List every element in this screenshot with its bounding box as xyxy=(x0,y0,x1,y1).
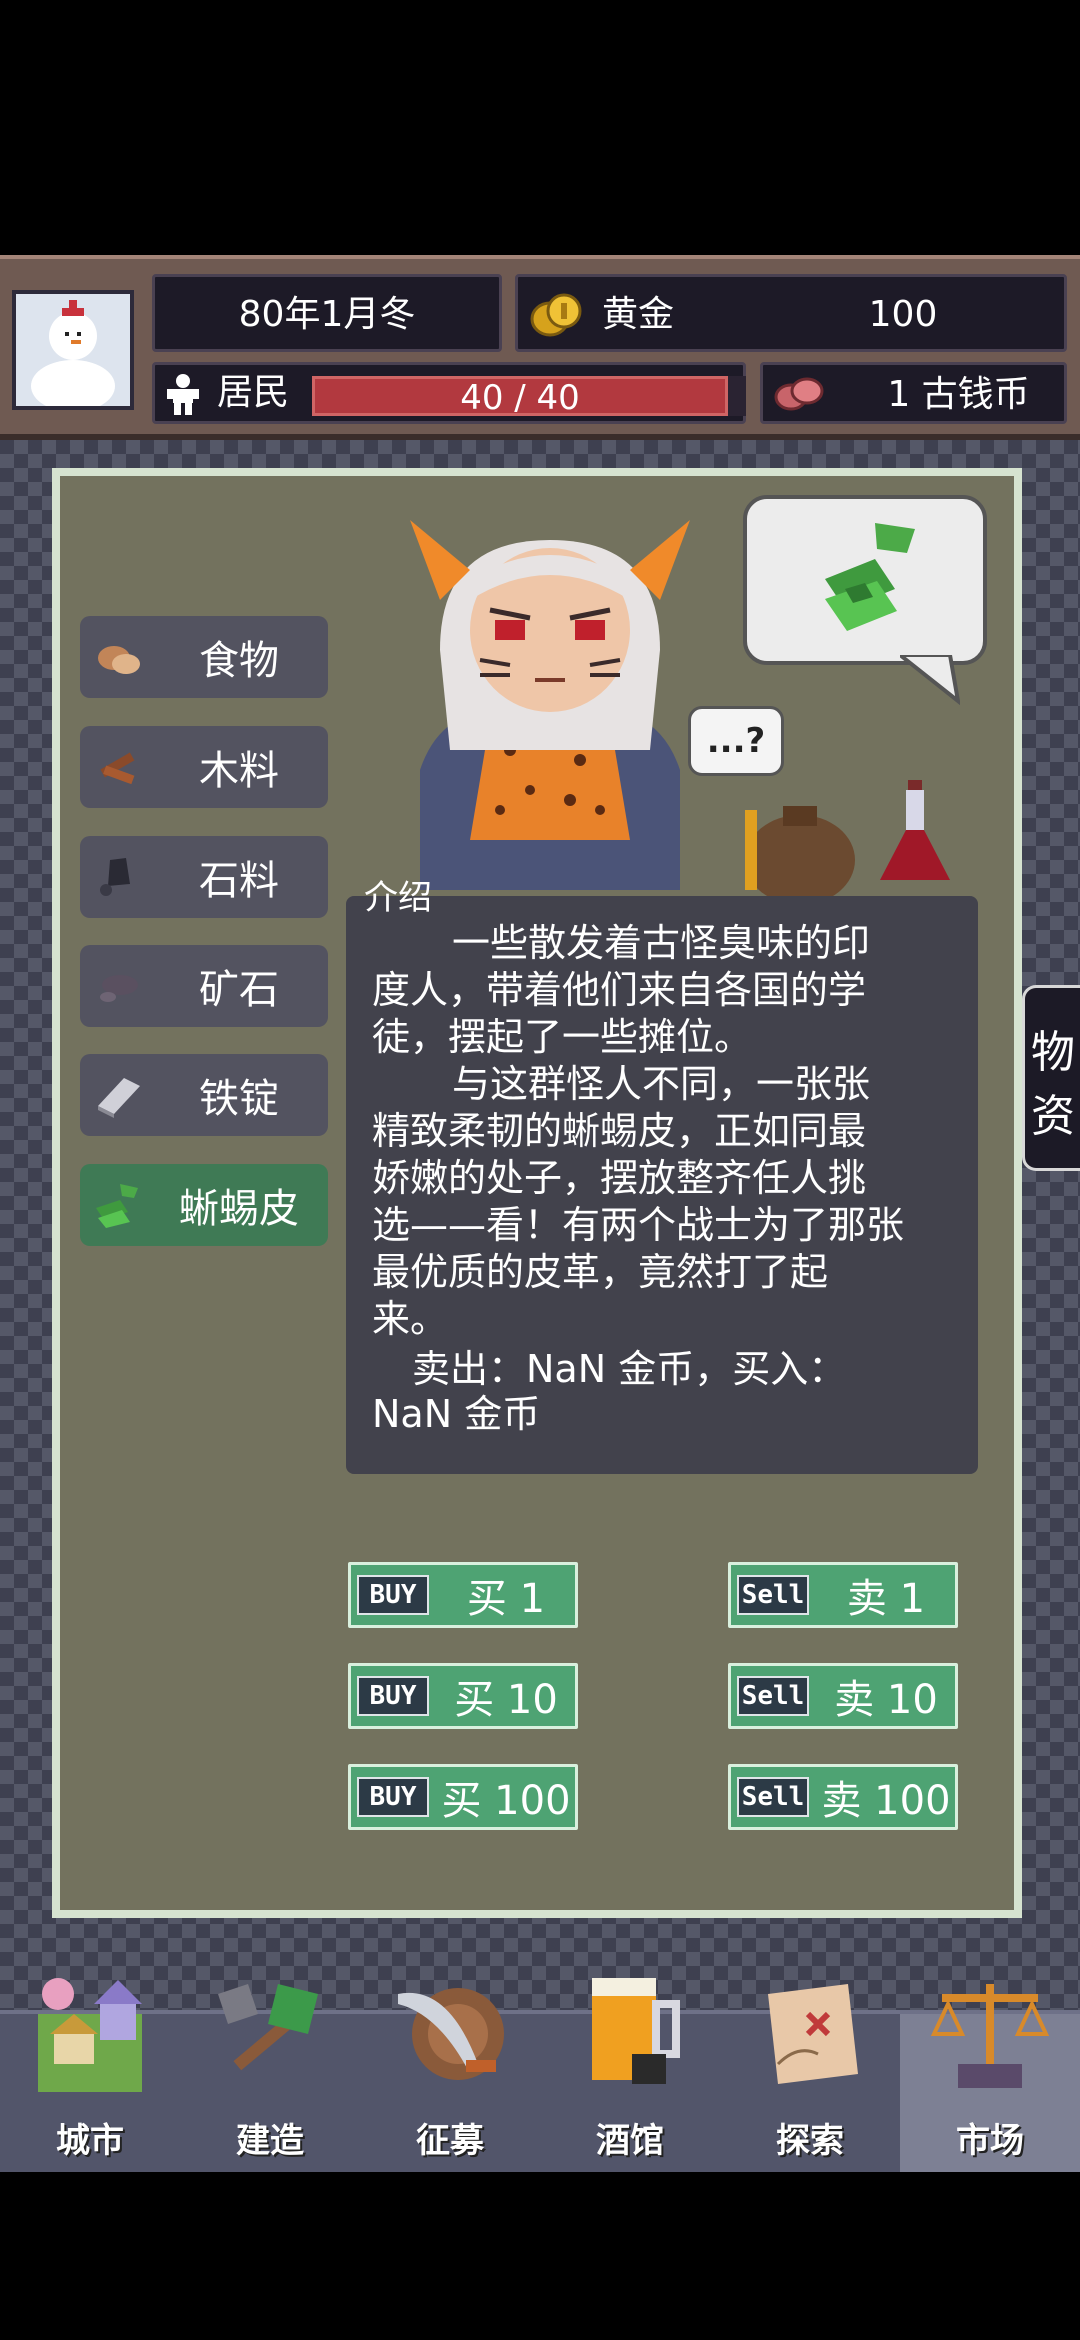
category-food[interactable]: 食物 xyxy=(80,616,328,698)
gold-panel: 黄金 100 xyxy=(515,274,1067,352)
nav-label: 探索 xyxy=(776,2121,844,2161)
buy-tag: BUY xyxy=(357,1676,429,1716)
buy-100-button[interactable]: BUY 买 100 xyxy=(348,1764,578,1830)
category-ore[interactable]: 矿石 xyxy=(80,945,328,1027)
sell-1-label: 卖 1 xyxy=(846,1576,926,1622)
category-wood[interactable]: 木料 xyxy=(80,726,328,808)
sell-tag: Sell xyxy=(737,1676,809,1716)
nav-build[interactable]: 建造 xyxy=(180,1984,360,2176)
beer-mug-icon xyxy=(592,1978,680,2084)
question-speech-bubble: ...? xyxy=(688,706,784,776)
ancient-coin-icon xyxy=(774,377,824,411)
sell-1-button[interactable]: Sell 卖 1 xyxy=(728,1562,958,1628)
ancient-coin-panel: 1 古钱币 xyxy=(760,362,1067,424)
description-line: 一些散发着古怪臭味的印 xyxy=(452,921,871,965)
side-tab-char: 资 xyxy=(1031,1091,1075,1142)
potion-icon xyxy=(880,780,950,880)
item-speech-bubble xyxy=(743,495,987,665)
nav-label: 建造 xyxy=(236,2121,304,2161)
scales-icon xyxy=(930,1984,1050,2088)
residents-value: 40 / 40 xyxy=(460,378,580,418)
category-label: 矿石 xyxy=(199,967,279,1013)
sell-tag: Sell xyxy=(737,1575,809,1615)
category-label: 石料 xyxy=(199,858,279,904)
sell-10-button[interactable]: Sell 卖 10 xyxy=(728,1663,958,1729)
category-iron-ingot[interactable]: 铁锭 xyxy=(80,1054,328,1136)
nav-recruit[interactable]: 征募 xyxy=(360,1988,540,2176)
buy-tag: BUY xyxy=(357,1777,429,1817)
category-stone[interactable]: 石料 xyxy=(80,836,328,918)
price-line: 卖出：NaN 金币，买入： xyxy=(412,1347,847,1391)
nav-label: 市场 xyxy=(956,2121,1024,2161)
sell-tag: Sell xyxy=(737,1777,809,1817)
screen-bottom xyxy=(0,2172,1080,2340)
map-icon xyxy=(768,1984,858,2084)
merchant-character xyxy=(410,520,690,890)
nav-explore[interactable]: 探索 xyxy=(720,1984,900,2176)
category-label: 蜥蜴皮 xyxy=(179,1186,299,1232)
coin-bag-icon xyxy=(745,806,855,900)
description-line: 娇嫩的处子，摆放整齐任人挑 xyxy=(372,1156,867,1200)
buy-1-button[interactable]: BUY 买 1 xyxy=(348,1562,578,1628)
description-line: 徒，摆起了一些摊位。 xyxy=(372,1015,753,1059)
bottom-nav: 城市 建造 征募 酒馆 探索 市场 xyxy=(0,1978,1080,2176)
resources-side-tab[interactable]: 物 资 xyxy=(1022,985,1080,1171)
player-avatar[interactable] xyxy=(12,290,134,412)
category-label: 铁锭 xyxy=(199,1076,279,1122)
nav-market[interactable]: 市场 xyxy=(900,1984,1080,2176)
residents-progress-bar: 40 / 40 xyxy=(312,376,728,416)
side-tab-char: 物 xyxy=(1031,1027,1075,1078)
buy-1-label: 买 1 xyxy=(466,1576,546,1622)
price-line: NaN 金币 xyxy=(372,1392,541,1436)
date-text: 80年1月冬 xyxy=(238,294,416,335)
nav-label: 城市 xyxy=(56,2121,124,2161)
description-line: 选——看！有两个战士为了那张 xyxy=(372,1203,905,1247)
description-title: 介绍 xyxy=(364,878,432,918)
residents-label: 居民 xyxy=(217,372,290,413)
description-line: 与这群怪人不同，一张张 xyxy=(452,1062,871,1106)
person-icon xyxy=(167,374,199,415)
sell-10-label: 卖 10 xyxy=(834,1677,938,1723)
gold-value: 100 xyxy=(868,294,938,335)
snowman-icon xyxy=(16,294,130,412)
sword-shield-icon xyxy=(398,1988,504,2080)
gold-label: 黄金 xyxy=(602,294,675,335)
date-panel: 80年1月冬 xyxy=(152,274,502,352)
sell-100-label: 卖 100 xyxy=(821,1778,951,1824)
description-line: 精致柔韧的蜥蜴皮，正如同最 xyxy=(372,1109,867,1153)
buy-tag: BUY xyxy=(357,1575,429,1615)
description-line: 最优质的皮革，竟然打了起 xyxy=(372,1250,829,1294)
buy-10-label: 买 10 xyxy=(454,1677,558,1723)
ancient-coin-text: 1 古钱币 xyxy=(887,374,1030,415)
shovel-axe-icon xyxy=(218,1984,318,2071)
nav-label: 征募 xyxy=(416,2121,484,2161)
nav-city[interactable]: 城市 xyxy=(0,1978,180,2176)
description-line: 来。 xyxy=(372,1297,449,1341)
question-text: ...? xyxy=(706,721,766,761)
sell-100-button[interactable]: Sell 卖 100 xyxy=(728,1764,958,1830)
buy-10-button[interactable]: BUY 买 10 xyxy=(348,1663,578,1729)
category-label: 食物 xyxy=(199,638,279,684)
description-line: 度人，带着他们来自各国的学 xyxy=(372,968,867,1012)
city-icon xyxy=(38,1978,142,2092)
nav-tavern[interactable]: 酒馆 xyxy=(540,1978,720,2176)
buy-100-label: 买 100 xyxy=(441,1778,571,1824)
lizard-skin-icon xyxy=(825,523,915,631)
speech-bubble-tail xyxy=(900,655,960,705)
category-lizard-skin[interactable]: 蜥蜴皮 xyxy=(80,1164,328,1246)
category-label: 木料 xyxy=(199,748,279,794)
residents-bar-track xyxy=(728,376,746,416)
nav-label: 酒馆 xyxy=(596,2121,664,2161)
gold-coins-icon xyxy=(530,293,582,337)
